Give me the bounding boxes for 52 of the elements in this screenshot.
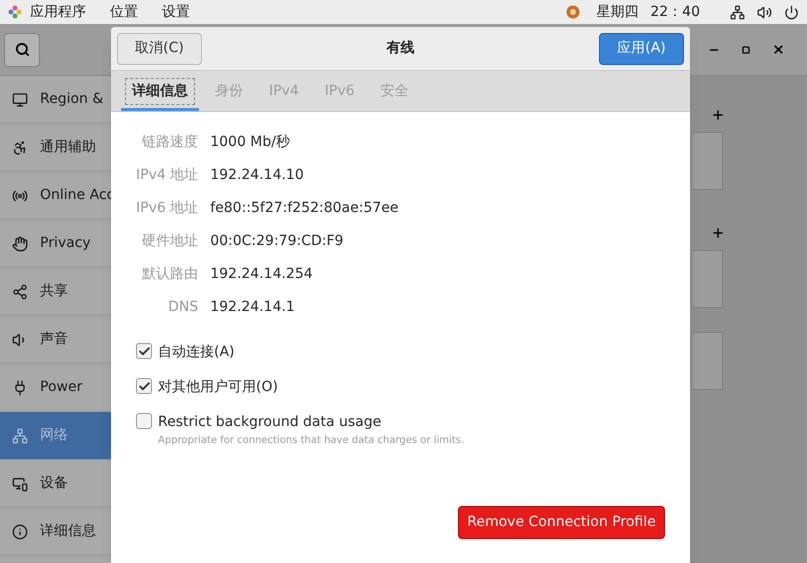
detail-label: DNS [167,298,198,317]
menu-item[interactable]: 设置 [162,2,190,22]
network-icon [12,428,28,444]
search-icon [14,42,30,57]
devices-icon [12,476,28,492]
detail-value: 192.24.14.254 [210,265,314,284]
checkbox[interactable] [136,343,152,359]
clock-day[interactable]: 星期四 [596,2,638,22]
detail-value: 192.24.14.10 [210,166,305,185]
add-icon[interactable] [711,226,725,240]
detail-value: fe80::5f27:f252:80ae:57ee [210,199,400,218]
dialog-title: 有线 [385,39,416,58]
display-icon [12,92,28,108]
option-label: 自动连接(A) [158,343,235,362]
apply-button[interactable]: 应用(A) [599,32,684,64]
detail-value: 00:0C:29:79:CD:F9 [210,232,344,251]
detail-value: 192.24.14.1 [210,298,296,317]
share-icon [12,284,28,300]
power-icon[interactable] [784,4,799,20]
detail-label: IPv6 地址 [136,199,198,218]
detail-value: 1000 Mb/秒 [210,133,291,152]
flower-icon [8,5,22,19]
check-icon [138,344,150,358]
info-icon [12,524,28,540]
accessibility-icon [12,140,28,156]
detail-label: 硬件地址 [141,232,198,251]
remove-button[interactable]: Remove Connection Profile [458,506,665,539]
detail-label: 链路速度 [141,133,198,152]
detail-label: IPv4 地址 [136,166,198,185]
panel-background [693,132,723,190]
cancel-button[interactable]: 取消(C) [117,32,202,64]
close-icon[interactable] [772,43,785,56]
status-icon[interactable] [566,5,580,19]
option-description: Appropriate for connections that have data charges or limits. [158,434,464,448]
add-icon[interactable] [711,108,725,122]
clock-time[interactable]: 22：40 [650,2,700,22]
panel-background [693,332,723,390]
option-label: 对其他用户可用(O) [158,378,278,397]
detail-label: 默认路由 [141,265,198,284]
maximize-icon[interactable] [742,46,750,54]
menu-item[interactable]: 应用程序 [30,2,86,22]
hand-icon [12,236,28,252]
volume-icon[interactable] [757,4,772,20]
checkbox[interactable] [136,413,152,429]
checkbox[interactable] [136,378,152,394]
menu-item[interactable]: 位置 [110,2,138,22]
check-icon [138,380,150,392]
panel-background [693,250,723,308]
option-label: Restrict background data usage [158,413,382,432]
network-icon[interactable] [730,4,745,20]
signal-icon [12,188,28,204]
search-button[interactable] [4,32,40,66]
